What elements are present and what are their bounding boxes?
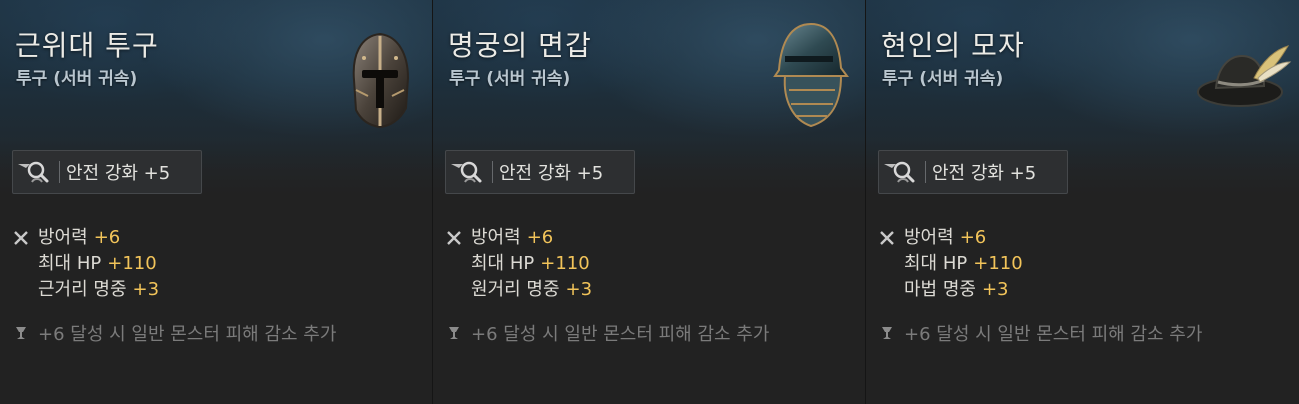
- stat-value: +3: [132, 279, 160, 300]
- crossed-swords-icon: [14, 231, 38, 245]
- stat-row: 방어력 +6: [14, 225, 159, 251]
- stat-label: 최대 HP: [38, 253, 102, 274]
- sallet-helmet-icon: [771, 20, 851, 134]
- stat-label: 근거리 명중: [38, 279, 127, 300]
- stat-value: +3: [565, 279, 593, 300]
- enhance-badge[interactable]: 안전 강화 +5: [878, 150, 1068, 194]
- stat-label: 방어력: [904, 227, 954, 248]
- divider: [925, 161, 926, 183]
- stat-value: +6: [959, 227, 987, 248]
- magnifier-icon: [446, 152, 488, 192]
- bonus-text: +6 달성 시 일반 몬스터 피해 감소 추가: [38, 324, 337, 345]
- stat-label: 원거리 명중: [471, 279, 560, 300]
- goblet-icon: [14, 326, 38, 340]
- stat-label: 최대 HP: [471, 253, 535, 274]
- knight-helmet-icon: [342, 30, 418, 134]
- item-title: 명궁의 면갑: [448, 29, 592, 62]
- enhance-badge[interactable]: 안전 강화 +5: [445, 150, 635, 194]
- bonus-text: +6 달성 시 일반 몬스터 피해 감소 추가: [471, 324, 770, 345]
- stat-value: +110: [107, 253, 157, 274]
- stat-row: 최대 HP +110: [14, 251, 159, 277]
- magnifier-icon: [879, 152, 921, 192]
- stat-value: +6: [93, 227, 121, 248]
- bonus-row: +6 달성 시 일반 몬스터 피해 감소 추가: [447, 320, 769, 346]
- bonus-text: +6 달성 시 일반 몬스터 피해 감소 추가: [904, 324, 1203, 345]
- stat-label: 최대 HP: [904, 253, 968, 274]
- divider: [492, 161, 493, 183]
- feathered-hat-icon: [1194, 42, 1294, 116]
- goblet-icon: [880, 326, 904, 340]
- stat-row: 최대 HP +110: [880, 251, 1023, 277]
- bonus-row: +6 달성 시 일반 몬스터 피해 감소 추가: [880, 320, 1202, 346]
- enhance-label: 안전 강화 +5: [66, 163, 171, 184]
- magnifier-icon: [13, 152, 55, 192]
- crossed-swords-icon: [447, 231, 471, 245]
- item-subtitle: 투구 (서버 귀속): [449, 69, 571, 89]
- stat-list: 방어력 +6 최대 HP +110 마법 명중 +3: [880, 225, 1023, 303]
- stat-label: 마법 명중: [904, 279, 976, 300]
- stat-row: 근거리 명중 +3: [14, 277, 159, 303]
- stat-list: 방어력 +6 최대 HP +110 근거리 명중 +3: [14, 225, 159, 303]
- bonus-row: +6 달성 시 일반 몬스터 피해 감소 추가: [14, 320, 336, 346]
- stat-value: +110: [973, 253, 1023, 274]
- stat-row: 방어력 +6: [880, 225, 1023, 251]
- goblet-icon: [447, 326, 471, 340]
- stat-value: +6: [526, 227, 554, 248]
- divider: [59, 161, 60, 183]
- enhance-badge[interactable]: 안전 강화 +5: [12, 150, 202, 194]
- item-card-1: 근위대 투구 투구 (서버 귀속) 안전 강화 +5 방어력 +6 최대 HP …: [0, 0, 433, 404]
- item-subtitle: 투구 (서버 귀속): [16, 69, 138, 89]
- enhance-label: 안전 강화 +5: [499, 163, 604, 184]
- stat-value: +3: [981, 279, 1009, 300]
- item-title: 현인의 모자: [881, 29, 1025, 62]
- enhance-label: 안전 강화 +5: [932, 163, 1037, 184]
- stat-label: 방어력: [471, 227, 521, 248]
- stat-value: +110: [540, 253, 590, 274]
- item-card-3: 현인의 모자 투구 (서버 귀속) 안전 강화 +5 방어력 +6 최대 HP …: [866, 0, 1299, 404]
- item-card-2: 명궁의 면갑 투구 (서버 귀속) 안전 강화 +5 방어력 +6 최대 HP …: [433, 0, 866, 404]
- item-title: 근위대 투구: [15, 29, 159, 62]
- stat-row: 최대 HP +110: [447, 251, 592, 277]
- stat-label: 방어력: [38, 227, 88, 248]
- crossed-swords-icon: [880, 231, 904, 245]
- stat-row: 방어력 +6: [447, 225, 592, 251]
- stat-row: 마법 명중 +3: [880, 277, 1023, 303]
- item-subtitle: 투구 (서버 귀속): [882, 69, 1004, 89]
- stat-list: 방어력 +6 최대 HP +110 원거리 명중 +3: [447, 225, 592, 303]
- stat-row: 원거리 명중 +3: [447, 277, 592, 303]
